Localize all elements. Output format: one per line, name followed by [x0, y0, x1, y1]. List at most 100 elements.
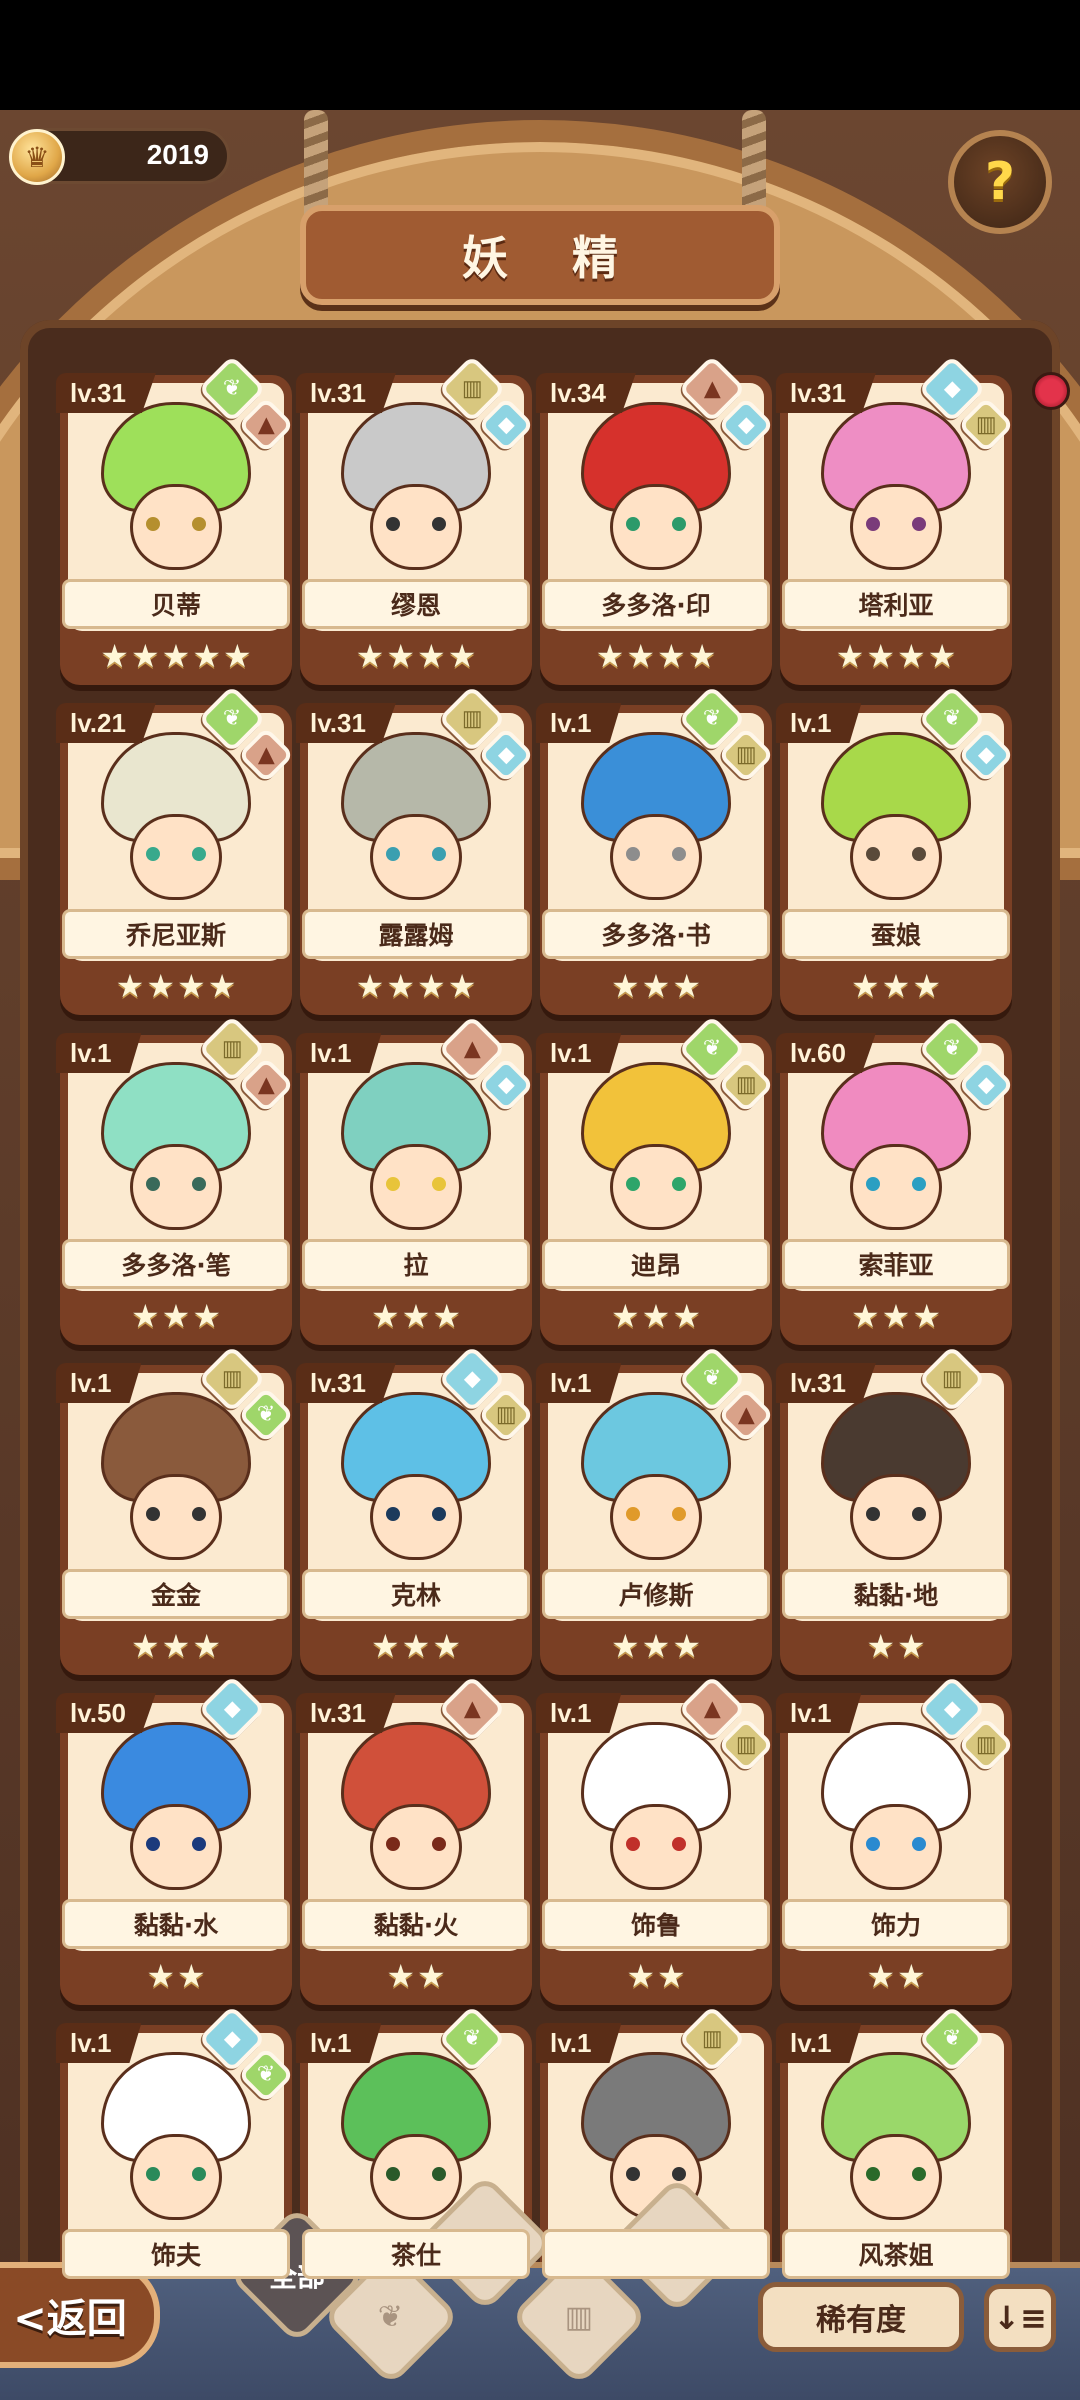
star-icon: ★: [192, 637, 222, 675]
fairy-name: 饰力: [782, 1899, 1010, 1949]
fairy-name: 黏黏·水: [62, 1899, 290, 1949]
star-icon: ★: [626, 637, 655, 675]
fairy-eyes: [866, 847, 926, 862]
fairy-eyes: [866, 2167, 926, 2182]
star-rating: ★ ★ ★: [60, 1293, 292, 1339]
star-icon: ★: [417, 637, 446, 675]
title-board: 妖 精: [300, 205, 780, 305]
star-icon: ★: [866, 637, 895, 675]
star-icon: ★: [850, 1297, 880, 1335]
star-rating: ★ ★ ★: [780, 963, 1012, 1009]
star-icon: ★: [626, 1957, 655, 1995]
fairy-eyes: [626, 1177, 686, 1192]
star-icon: ★: [401, 1297, 431, 1335]
fairy-card[interactable]: lv.60 ❦ ◆ 索菲亚 ★ ★ ★: [776, 1015, 1015, 1345]
star-icon: ★: [370, 1627, 400, 1665]
fairy-name: 茶仕: [302, 2229, 530, 2279]
star-rating: ★ ★ ★: [540, 1623, 772, 1669]
level-badge: lv.50: [56, 1693, 156, 1733]
level-badge: lv.1: [296, 2023, 382, 2063]
level-badge: lv.21: [56, 703, 156, 743]
fairy-card[interactable]: lv.1 ▲ ◆ 拉 ★ ★ ★: [296, 1015, 535, 1345]
star-icon: ★: [641, 967, 671, 1005]
fairy-name: 卢修斯: [542, 1569, 770, 1619]
fairy-card[interactable]: lv.31 ▥ ◆ 缪恩 ★ ★ ★ ★: [296, 355, 535, 685]
star-rating: ★★: [60, 1953, 292, 1999]
fairy-name: 索菲亚: [782, 1239, 1010, 1289]
star-icon: ★: [386, 637, 415, 675]
fairy-name: 风茶姐: [782, 2229, 1010, 2279]
fairy-card[interactable]: lv.50 ◆ 黏黏·水 ★ ★: [56, 1675, 292, 2005]
fairy-card[interactable]: lv.31 ◆ ▥ 塔利亚 ★ ★ ★ ★: [776, 355, 1015, 685]
fairy-card[interactable]: lv.1 ❦ ▥ 多多洛·书 ★ ★ ★: [536, 685, 775, 1015]
fairy-card[interactable]: lv.31 ▥ 黏黏·地 ★ ★: [776, 1345, 1012, 1675]
fairy-name: 多多洛·书: [542, 909, 770, 959]
fairy-card[interactable]: lv.1 ❦ ▥ 迪昂 ★ ★ ★: [536, 1015, 775, 1345]
ladybug-scroll-icon[interactable]: [1032, 372, 1070, 410]
fairy-name: 饰鲁: [542, 1899, 770, 1949]
help-button[interactable]: ?: [948, 130, 1052, 234]
sort-order-button[interactable]: ↓≡: [984, 2284, 1056, 2352]
level-badge: lv.1: [296, 1033, 382, 1073]
leaf-icon: ❦: [378, 2299, 404, 2335]
fairy-name: 拉: [302, 1239, 530, 1289]
star-icon: ★: [146, 1957, 175, 1995]
star-icon: ★: [657, 1957, 686, 1995]
star-icon: ★: [192, 1627, 222, 1665]
level-badge: lv.31: [296, 703, 396, 743]
fairy-card[interactable]: lv.1 ▥ ❦ 金金 ★ ★ ★: [56, 1345, 295, 1675]
star-rating: ★ ★ ★ ★: [300, 633, 532, 679]
star-rating: ★ ★ ★: [780, 1293, 1012, 1339]
star-icon: ★: [177, 967, 206, 1005]
fairy-name: 缪恩: [302, 579, 530, 629]
star-rating: ★ ★ ★ ★: [300, 963, 532, 1009]
fairy-name: 多多洛·笔: [62, 1239, 290, 1289]
fairy-card[interactable]: lv.1 ❦ ◆ 蚕娘 ★ ★ ★: [776, 685, 1015, 1015]
star-icon: ★: [370, 1297, 400, 1335]
star-icon: ★: [146, 967, 175, 1005]
fairy-card[interactable]: lv.31 ▲ 黏黏·火 ★ ★: [296, 1675, 532, 2005]
star-icon: ★: [912, 1297, 942, 1335]
star-rating: ★ ★ ★ ★: [540, 633, 772, 679]
star-rating: ★ ★ ★: [540, 963, 772, 1009]
star-rating: ★ ★ ★: [540, 1293, 772, 1339]
coin-value: 2019: [146, 139, 209, 170]
level-badge: lv.31: [296, 1693, 396, 1733]
star-icon: ★: [595, 637, 625, 675]
rarity-sort-button[interactable]: 稀有度: [758, 2282, 964, 2352]
star-icon: ★: [610, 967, 640, 1005]
fairy-eyes: [866, 1837, 926, 1852]
star-icon: ★: [192, 1297, 222, 1335]
fairy-eyes: [626, 847, 686, 862]
fairy-card[interactable]: lv.1 ◆ ▥ 饰力 ★ ★: [776, 1675, 1015, 2005]
star-icon: ★: [866, 1957, 895, 1995]
level-badge: lv.31: [56, 373, 156, 413]
fairy-card[interactable]: lv.34 ▲ ◆ 多多洛·印 ★ ★ ★ ★: [536, 355, 775, 685]
star-icon: ★: [672, 1627, 702, 1665]
star-icon: ★: [881, 967, 911, 1005]
fairy-card[interactable]: lv.31 ▥ ◆ 露露姆 ★ ★ ★ ★: [296, 685, 535, 1015]
star-rating: ★ ★ ★: [300, 1623, 532, 1669]
fairy-card[interactable]: lv.31 ◆ ▥ 克林 ★ ★ ★: [296, 1345, 535, 1675]
fairy-name: 贝蒂: [62, 579, 290, 629]
level-badge: lv.31: [776, 1363, 876, 1403]
star-icon: ★: [161, 1297, 191, 1335]
fairy-card[interactable]: lv.31 ❦ ▲ 贝蒂 ★ ★ ★ ★ ★: [56, 355, 295, 685]
star-rating: ★ ★ ★ ★: [60, 963, 292, 1009]
fairy-eyes: [146, 1507, 206, 1522]
fairy-card[interactable]: lv.1 ▥ ▲ 多多洛·笔 ★ ★ ★: [56, 1015, 295, 1345]
fairy-eyes: [146, 517, 206, 532]
star-icon: ★: [897, 1627, 926, 1665]
fairy-card[interactable]: lv.21 ❦ ▲ 乔尼亚斯 ★ ★ ★ ★: [56, 685, 295, 1015]
back-label: <返回: [13, 2296, 127, 2342]
fairy-card[interactable]: lv.1 ❦ ▲ 卢修斯 ★ ★ ★: [536, 1345, 775, 1675]
star-icon: ★: [401, 1627, 431, 1665]
sort-order-icon: ↓≡: [993, 2299, 1047, 2337]
level-badge: lv.1: [56, 1363, 142, 1403]
fairy-eyes: [626, 517, 686, 532]
fairy-name: 黏黏·火: [302, 1899, 530, 1949]
crown-coin-icon: ♛: [9, 129, 65, 185]
star-icon: ★: [432, 1297, 462, 1335]
fairy-card[interactable]: lv.1 ▲ ▥ 饰鲁 ★ ★: [536, 1675, 775, 2005]
star-rating: ★★: [300, 1953, 532, 1999]
